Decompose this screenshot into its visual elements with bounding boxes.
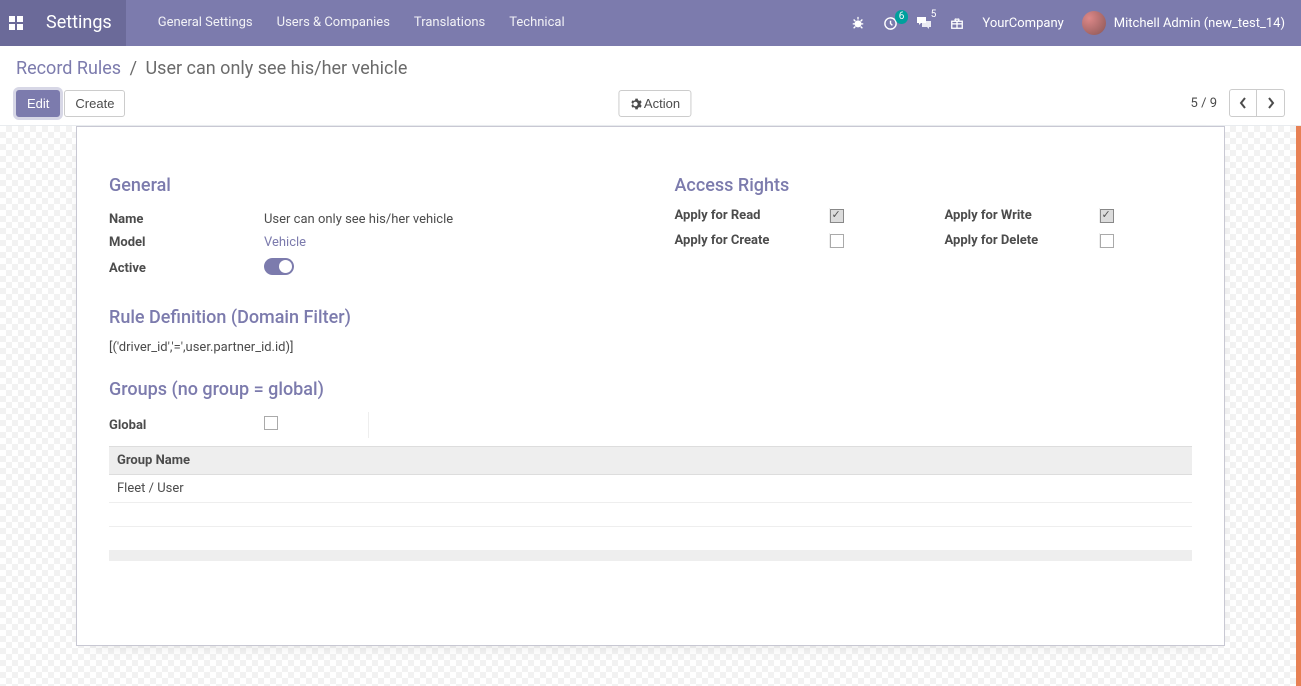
global-checkbox bbox=[264, 416, 278, 430]
main-navbar: Settings General Settings Users & Compan… bbox=[0, 0, 1301, 46]
table-row bbox=[109, 527, 1192, 551]
delete-label: Apply for Delete bbox=[945, 233, 1100, 248]
active-label: Active bbox=[109, 261, 264, 276]
pager-nav bbox=[1229, 89, 1285, 117]
breadcrumb-current: User can only see his/her vehicle bbox=[145, 58, 407, 79]
table-row[interactable]: Fleet / User bbox=[109, 475, 1192, 503]
gift-icon bbox=[950, 16, 964, 30]
activities-button[interactable]: 6 bbox=[883, 16, 898, 31]
name-value: User can only see his/her vehicle bbox=[264, 212, 627, 227]
apps-grid-icon bbox=[9, 16, 23, 30]
table-footer-bar bbox=[109, 551, 1192, 561]
messages-badge: 5 bbox=[927, 8, 941, 22]
accent-bar bbox=[1296, 126, 1301, 686]
bug-icon bbox=[851, 16, 865, 30]
write-checkbox bbox=[1100, 209, 1114, 223]
breadcrumb: Record Rules / User can only see his/her… bbox=[16, 58, 1285, 79]
domain-value: [('driver_id','=',user.partner_id.id)] bbox=[109, 340, 1192, 355]
form-sheet: General Name User can only see his/her v… bbox=[76, 126, 1225, 646]
activities-badge: 6 bbox=[895, 10, 909, 24]
model-link[interactable]: Vehicle bbox=[264, 235, 306, 250]
menu-technical[interactable]: Technical bbox=[497, 0, 576, 46]
pager-next[interactable] bbox=[1257, 89, 1285, 117]
user-menu[interactable]: Mitchell Admin (new_test_14) bbox=[1082, 11, 1285, 35]
pager-prev[interactable] bbox=[1229, 89, 1257, 117]
menu-general-settings[interactable]: General Settings bbox=[146, 0, 265, 46]
breadcrumb-root[interactable]: Record Rules bbox=[16, 58, 121, 79]
debug-icon[interactable] bbox=[851, 16, 865, 30]
section-access: Access Rights bbox=[675, 175, 1193, 196]
gift-button[interactable] bbox=[950, 16, 964, 30]
model-label: Model bbox=[109, 235, 264, 250]
action-button[interactable]: Action bbox=[618, 90, 691, 117]
read-label: Apply for Read bbox=[675, 208, 830, 223]
messages-button[interactable]: 5 bbox=[916, 16, 932, 30]
user-name: Mitchell Admin (new_test_14) bbox=[1114, 16, 1285, 31]
column-group-name: Group Name bbox=[109, 447, 1192, 475]
top-menu: General Settings Users & Companies Trans… bbox=[146, 0, 577, 46]
menu-users-companies[interactable]: Users & Companies bbox=[265, 0, 402, 46]
groups-table: Group Name Fleet / User bbox=[109, 446, 1192, 561]
avatar bbox=[1082, 11, 1106, 35]
gear-icon bbox=[629, 98, 641, 110]
apps-menu-button[interactable] bbox=[0, 0, 32, 46]
menu-translations[interactable]: Translations bbox=[402, 0, 497, 46]
edit-button[interactable]: Edit bbox=[16, 90, 60, 117]
delete-checkbox bbox=[1100, 234, 1114, 248]
content-area: General Name User can only see his/her v… bbox=[0, 126, 1301, 686]
create-button[interactable]: Create bbox=[64, 90, 125, 117]
active-toggle[interactable] bbox=[264, 258, 294, 275]
company-selector[interactable]: YourCompany bbox=[982, 16, 1063, 31]
read-checkbox bbox=[830, 209, 844, 223]
app-name: Settings bbox=[32, 0, 126, 46]
write-label: Apply for Write bbox=[945, 208, 1100, 223]
table-row bbox=[109, 503, 1192, 527]
global-label: Global bbox=[109, 418, 264, 433]
section-general: General bbox=[109, 175, 627, 196]
pager[interactable]: 5 / 9 bbox=[1191, 96, 1217, 111]
name-label: Name bbox=[109, 212, 264, 227]
create-label: Apply for Create bbox=[675, 233, 830, 248]
chevron-left-icon bbox=[1239, 97, 1247, 109]
chevron-right-icon bbox=[1267, 97, 1275, 109]
control-panel: Record Rules / User can only see his/her… bbox=[0, 46, 1301, 126]
section-groups: Groups (no group = global) bbox=[109, 379, 1192, 400]
systray: 6 5 YourCompany Mitchell Admin (new_test… bbox=[851, 11, 1301, 35]
create-checkbox bbox=[830, 234, 844, 248]
section-rule-def: Rule Definition (Domain Filter) bbox=[109, 307, 1192, 328]
